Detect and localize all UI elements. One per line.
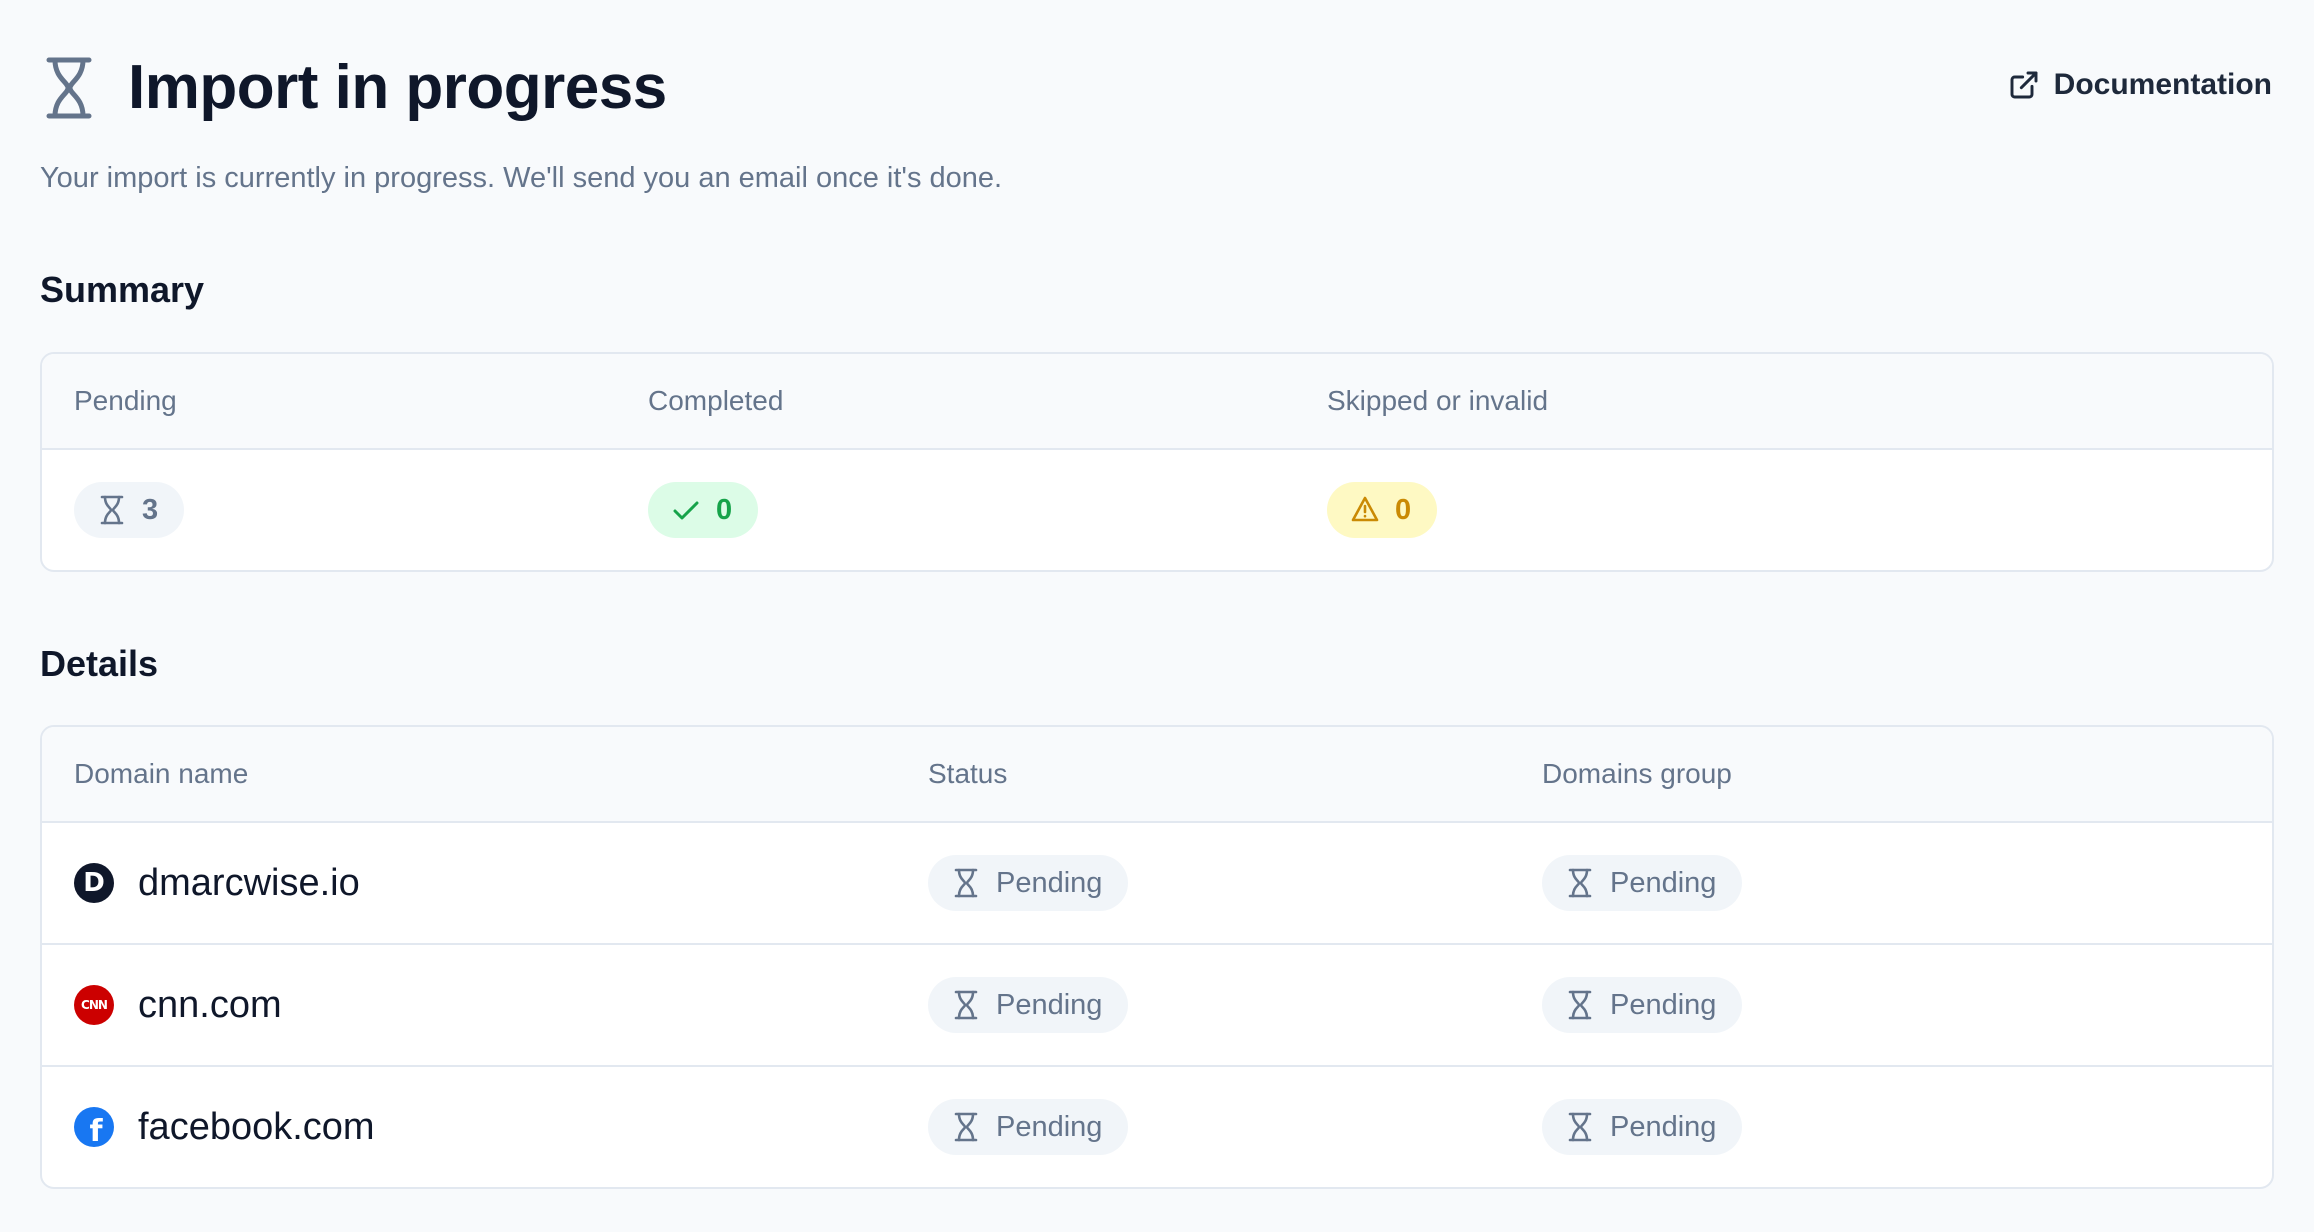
status-badge: Pending [928,977,1129,1033]
summary-column-pending: Pending [74,385,177,416]
domains-group-badge: Pending [1542,977,1743,1033]
skipped-count-badge: 0 [1327,482,1438,538]
domains-group-badge: Pending [1542,1099,1743,1155]
domain-cell: f facebook.com [74,1067,375,1187]
hourglass-icon [954,868,978,898]
group-label: Pending [1610,1110,1717,1143]
pending-count: 3 [142,493,159,526]
table-row: D dmarcwise.io Pending Pending [42,823,2272,943]
page-title: Import in progress [128,53,667,122]
skipped-count: 0 [1395,493,1412,526]
page-header: Import in progress Documentation Your im… [40,0,2272,194]
pending-count-badge: 3 [74,482,185,538]
summary-table: Pending Completed Skipped or invalid 3 0 [40,352,2274,572]
completed-count-badge: 0 [648,482,759,538]
details-column-domain: Domain name [74,758,249,789]
status-badge: Pending [928,1099,1129,1155]
hourglass-icon [100,495,124,525]
warning-icon [1351,496,1379,522]
hourglass-icon [1568,990,1592,1020]
facebook-favicon-icon: f [74,1107,114,1147]
summary-column-completed: Completed [648,385,784,416]
table-row: f facebook.com Pending Pending [42,1065,2272,1187]
status-label: Pending [996,866,1103,899]
summary-title: Summary [40,269,205,310]
details-title: Details [40,643,159,684]
check-icon [673,501,699,520]
domain-name: facebook.com [138,1105,375,1148]
group-label: Pending [1610,866,1717,899]
hourglass-icon [46,57,92,119]
domain-name: dmarcwise.io [138,861,360,904]
details-column-group: Domains group [1542,758,1732,789]
documentation-label: Documentation [2053,68,2272,101]
domain-cell: D dmarcwise.io [74,823,360,943]
summary-column-skipped: Skipped or invalid [1327,385,1549,416]
domains-group-badge: Pending [1542,855,1743,911]
details-table: Domain name Status Domains group D dmarc… [40,725,2274,1189]
status-label: Pending [996,988,1103,1021]
hourglass-icon [1568,868,1592,898]
status-badge: Pending [928,855,1129,911]
details-header-row: Domain name Status Domains group [42,727,2272,823]
import-page: Import in progress Documentation Your im… [40,0,2274,1189]
hourglass-icon [1568,1112,1592,1142]
hourglass-icon [954,1112,978,1142]
external-link-icon [2010,71,2038,99]
cnn-favicon-icon: CNN [74,985,114,1025]
summary-header-row: Pending Completed Skipped or invalid [42,354,2272,450]
page-subtitle: Your import is currently in progress. We… [40,162,1003,194]
summary-values-row: 3 0 0 [42,450,2272,570]
table-row: CNN cnn.com Pending Pending [42,943,2272,1065]
documentation-link[interactable]: Documentation [2008,64,2272,106]
group-label: Pending [1610,988,1717,1021]
domain-cell: CNN cnn.com [74,945,282,1065]
completed-count: 0 [716,493,733,526]
details-column-status: Status [928,758,1008,789]
status-label: Pending [996,1110,1103,1143]
dmarcwise-favicon-icon: D [74,863,114,903]
hourglass-icon [954,990,978,1020]
domain-name: cnn.com [138,983,282,1026]
